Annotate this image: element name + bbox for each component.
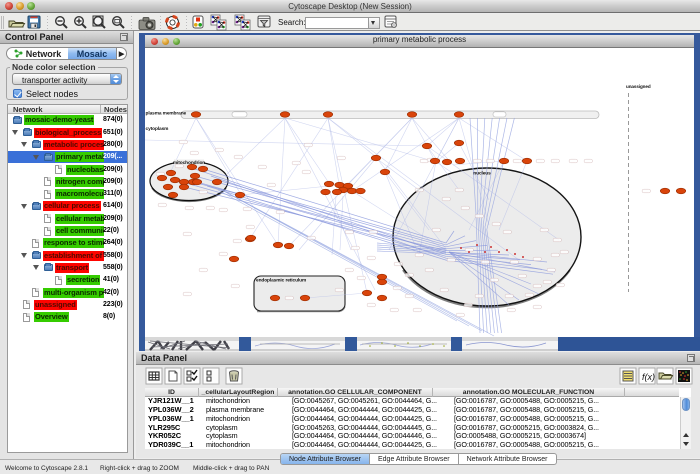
svg-text:unassigned: unassigned [626,84,651,89]
svg-text:cytoplasm: cytoplasm [146,126,169,132]
svg-text:f(x): f(x) [642,372,655,382]
svg-text:plasma membrane: plasma membrane [146,111,187,117]
svg-text:nucleus: nucleus [473,171,491,177]
svg-text:endoplasmic reticulum: endoplasmic reticulum [256,278,306,284]
